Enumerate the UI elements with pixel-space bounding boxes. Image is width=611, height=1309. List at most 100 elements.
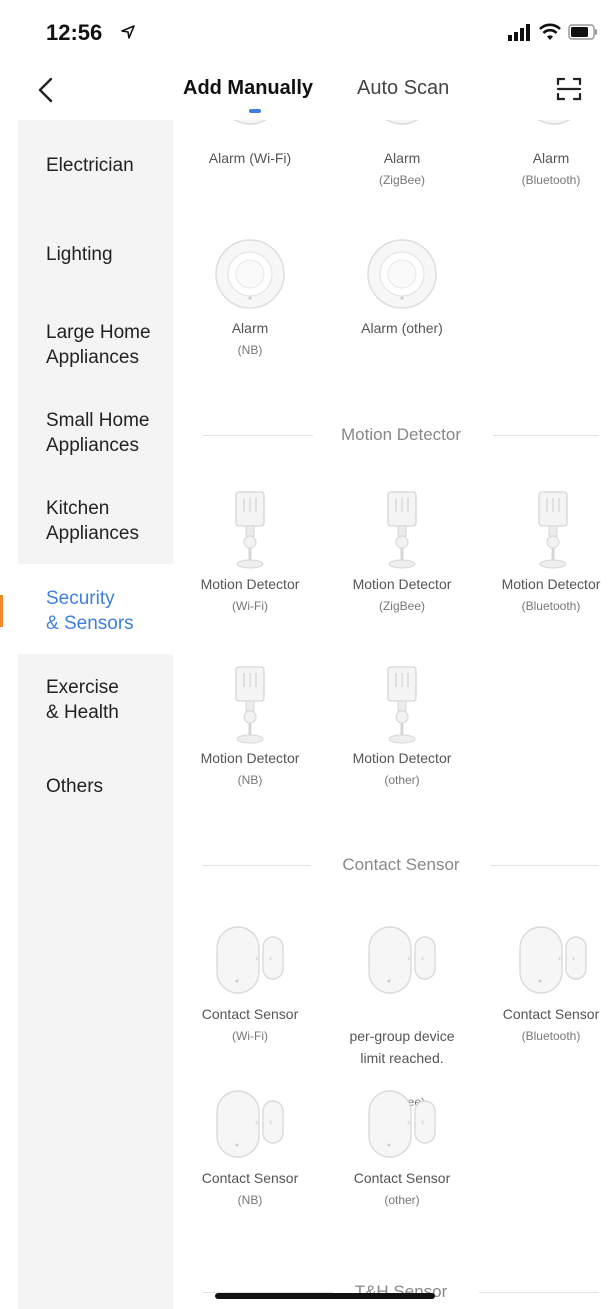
device-name: Motion Detector	[352, 576, 452, 592]
alarm-icon	[385, 120, 419, 125]
sidebar-item-label: Security & Sensors	[46, 588, 134, 634]
device-name: Contact Sensor	[201, 1170, 299, 1186]
sidebar-item-label: Large Home Appliances	[46, 322, 151, 368]
sidebar-item-electrician[interactable]: Electrician	[18, 153, 173, 187]
svg-text:›: ›	[255, 954, 258, 963]
device-protocol: (Bluetooth)	[521, 173, 581, 187]
device-name: Alarm (Wi-Fi)	[208, 150, 292, 166]
device-name: Alarm (other)	[361, 320, 443, 336]
svg-text:‹: ‹	[269, 1118, 272, 1127]
sidebar-item-exercise-health[interactable]: Exercise & Health	[18, 675, 173, 727]
motion-detector-icon	[387, 491, 417, 569]
device-name: Alarm	[532, 150, 570, 166]
device-alarm-other[interactable]: Alarm (other)	[342, 317, 462, 339]
active-tab-indicator	[249, 109, 261, 113]
section-header-contact: Contact Sensor	[203, 853, 599, 877]
device-alarm-nb[interactable]: Alarm (NB)	[190, 317, 310, 361]
device-motion-zigbee[interactable]: Motion Detector (ZigBee)	[342, 573, 462, 617]
device-name: Contact Sensor	[353, 1170, 451, 1186]
alarm-icon	[367, 239, 437, 309]
motion-detector-icon	[235, 491, 265, 569]
battery-icon	[568, 24, 597, 40]
svg-text:‹: ‹	[421, 1118, 424, 1127]
device-protocol: (Wi-Fi)	[232, 1029, 268, 1043]
sidebar-item-label: Lighting	[46, 244, 113, 265]
location-arrow-icon	[121, 25, 135, 39]
svg-text:›: ›	[407, 954, 410, 963]
device-motion-bluetooth[interactable]: Motion Detector (Bluetooth)	[491, 573, 611, 617]
device-protocol: (NB)	[237, 1193, 263, 1207]
device-list: Alarm (Wi-Fi) Alarm (ZigBee) Alarm (Blue…	[173, 120, 611, 1309]
svg-text:‹: ‹	[421, 954, 424, 963]
contact-sensor-icon: › ‹	[216, 926, 284, 994]
device-protocol: (other)	[384, 1193, 420, 1207]
section-header-motion: Motion Detector	[203, 423, 599, 447]
scan-icon[interactable]	[556, 76, 582, 102]
alarm-icon	[537, 120, 571, 125]
sidebar-item-security-sensors[interactable]: Security & Sensors	[18, 564, 173, 654]
svg-text:›: ›	[407, 1118, 410, 1127]
sidebar-item-small-home-appliances[interactable]: Small Home Appliances	[18, 408, 173, 460]
sidebar-item-label: Small Home Appliances	[46, 410, 150, 456]
device-name: Motion Detector	[501, 576, 601, 592]
motion-detector-icon	[235, 666, 265, 744]
sidebar-item-lighting[interactable]: Lighting	[18, 242, 173, 276]
svg-text:‹: ‹	[572, 954, 575, 963]
tab-auto-scan[interactable]: Auto Scan	[357, 77, 449, 100]
device-name: Motion Detector	[200, 576, 300, 592]
sidebar-item-label: Others	[46, 776, 104, 797]
device-protocol: (Bluetooth)	[521, 599, 581, 613]
divider	[491, 865, 599, 866]
device-protocol: (NB)	[237, 343, 263, 357]
sidebar-item-label: Electrician	[46, 155, 134, 176]
device-name: Contact Sensor	[201, 1006, 299, 1022]
category-sidebar: Electrician Lighting Large Home Applianc…	[18, 120, 173, 1309]
sidebar-item-others[interactable]: Others	[18, 774, 173, 808]
device-alarm-bluetooth[interactable]: Alarm (Bluetooth)	[491, 147, 611, 191]
nav-bar: Add Manually Auto Scan	[0, 60, 611, 120]
device-motion-nb[interactable]: Motion Detector (NB)	[190, 747, 310, 791]
alarm-icon	[215, 239, 285, 309]
device-protocol: (ZigBee)	[378, 173, 425, 187]
status-bar: 12:56	[0, 0, 611, 60]
device-contact-other[interactable]: Contact Sensor (other)	[342, 1167, 462, 1211]
motion-detector-icon	[387, 666, 417, 744]
device-alarm-wifi[interactable]: Alarm (Wi-Fi)	[190, 147, 310, 169]
contact-sensor-icon: › ‹	[519, 926, 587, 994]
device-name: Alarm	[231, 320, 269, 336]
device-name: Motion Detector	[200, 750, 300, 766]
divider	[493, 435, 599, 436]
device-protocol: (ZigBee)	[378, 599, 425, 613]
tab-add-manually[interactable]: Add Manually	[183, 77, 313, 100]
sidebar-item-label: Kitchen Appliances	[46, 498, 139, 544]
contact-sensor-icon: › ‹	[368, 1090, 436, 1158]
section-header-th: T&H Sensor	[203, 1280, 599, 1304]
sidebar-item-large-home-appliances[interactable]: Large Home Appliances	[18, 320, 173, 372]
motion-detector-icon	[538, 491, 568, 569]
back-chevron-icon[interactable]	[34, 76, 58, 104]
device-motion-other[interactable]: Motion Detector (other)	[342, 747, 462, 791]
svg-text:‹: ‹	[269, 954, 272, 963]
device-contact-bluetooth[interactable]: Contact Sensor (Bluetooth)	[491, 1003, 611, 1047]
device-name: per-group device limit reached.	[349, 1028, 455, 1066]
device-name: Alarm	[383, 150, 421, 166]
device-contact-nb[interactable]: Contact Sensor (NB)	[190, 1167, 310, 1211]
cellular-signal-icon	[508, 24, 530, 41]
device-motion-wifi[interactable]: Motion Detector (Wi-Fi)	[190, 573, 310, 617]
home-indicator[interactable]	[215, 1293, 435, 1299]
device-name: Motion Detector	[352, 750, 452, 766]
sidebar-item-kitchen-appliances[interactable]: Kitchen Appliances	[18, 496, 173, 548]
wifi-icon	[539, 23, 561, 40]
device-contact-wifi[interactable]: Contact Sensor (Wi-Fi)	[190, 1003, 310, 1047]
device-protocol: (Wi-Fi)	[232, 599, 268, 613]
device-protocol: (other)	[384, 773, 420, 787]
svg-text:›: ›	[255, 1118, 258, 1127]
contact-sensor-icon: › ‹	[216, 1090, 284, 1158]
active-category-indicator	[0, 595, 3, 627]
contact-sensor-icon: › ‹	[368, 926, 436, 994]
device-name: Contact Sensor	[502, 1006, 600, 1022]
sidebar-item-label: Exercise & Health	[46, 677, 119, 723]
device-protocol: (Bluetooth)	[521, 1029, 581, 1043]
divider	[479, 1292, 599, 1293]
device-alarm-zigbee[interactable]: Alarm (ZigBee)	[342, 147, 462, 191]
